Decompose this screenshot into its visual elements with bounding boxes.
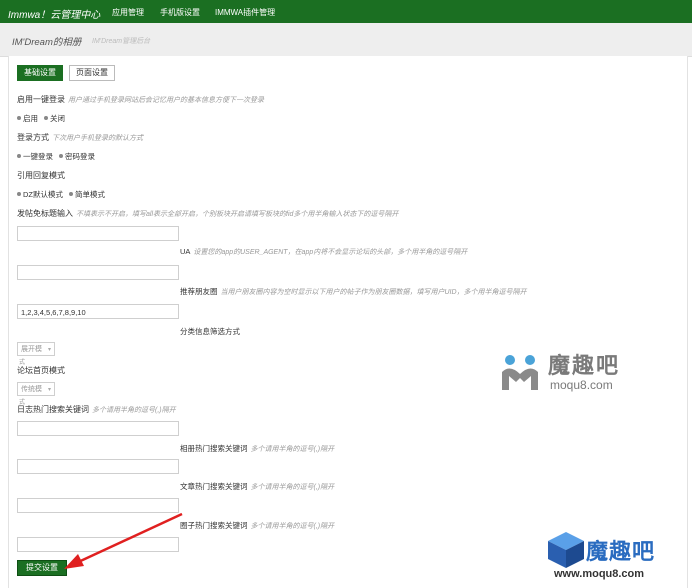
- radio-login-enable-label: 启用: [23, 114, 38, 123]
- login-mode-hint: 下次用户手机登录的默认方式: [52, 135, 143, 142]
- log-keywords-hint: 多个请用半角的逗号(,)隔开: [92, 407, 176, 414]
- reply-mode-label: 引用回复模式: [17, 171, 65, 180]
- watermark-bottom-url: www.moqu8.com: [554, 568, 645, 580]
- radio-dot-icon: [69, 192, 73, 197]
- brand-title[interactable]: Immwa！云管理中心: [8, 6, 100, 21]
- radio-password-login[interactable]: 密码登录: [59, 151, 95, 162]
- circle-keywords-setting-label: 圈子热门搜索关键词 多个请用半角的逗号(,)隔开: [180, 520, 334, 531]
- friends-setting-label: 推荐朋友圈 当用户朋友圈内容为空时显示以下用户的帖子作为朋友圈数据，填写用户UID…: [180, 286, 527, 297]
- article-keywords-setting-label: 文章热门搜索关键词 多个请用半角的逗号(,)隔开: [180, 481, 334, 492]
- ua-input-field[interactable]: [17, 265, 179, 280]
- chevron-down-icon: ▾: [47, 387, 51, 393]
- friends-hint: 当用户朋友圈内容为空时显示以下用户的帖子作为朋友圈数据，填写用户UID，多个用半…: [220, 289, 527, 296]
- album-keywords-label: 相册热门搜索关键词: [180, 444, 248, 453]
- login-setting-label: 启用一键登录 用户通过手机登录网站后会记忆用户的基本信息方便下一次登录: [17, 94, 264, 105]
- tab-basic-settings[interactable]: 基础设置: [17, 65, 63, 81]
- category-filter-label: 分类信息筛选方式: [180, 327, 240, 336]
- chevron-down-icon: ▾: [47, 347, 51, 353]
- title-input-label: 发帖免标题输入: [17, 209, 73, 218]
- top-navbar: Immwa！云管理中心 应用管理 手机版设置 IMMWA插件管理: [0, 0, 692, 23]
- circle-keywords-label: 圈子热门搜索关键词: [180, 521, 248, 530]
- moqu8-logo-icon: [502, 355, 538, 390]
- radio-login-enable[interactable]: 启用: [17, 113, 38, 124]
- watermark-name: 魔趣吧: [548, 353, 621, 378]
- forum-home-select[interactable]: 传统模 ▾: [17, 382, 55, 396]
- page-subtitle: IM'Dream管理后台: [92, 38, 151, 45]
- log-keywords-label: 日志热门搜索关键词: [17, 405, 89, 414]
- login-mode-label: 登录方式: [17, 133, 49, 142]
- album-keywords-hint: 多个请用半角的逗号(,)隔开: [250, 446, 335, 453]
- article-keywords-hint: 多个请用半角的逗号(,)隔开: [250, 484, 335, 491]
- ua-setting-label: UA 设置您的app的USER_AGENT，在app内将不会显示论坛的头部，多个用…: [180, 247, 467, 257]
- forum-home-value: 传统模: [21, 386, 42, 393]
- log-keywords-setting-label: 日志热门搜索关键词 多个请用半角的逗号(,)隔开: [17, 404, 176, 415]
- watermark-logo-bottom: 魔趣吧 www.moqu8.com: [546, 530, 692, 588]
- forum-home-label: 论坛首页模式: [17, 366, 65, 375]
- red-arrow-annotation: [64, 512, 183, 569]
- tab-page-settings[interactable]: 页面设置: [69, 65, 115, 81]
- friends-label: 推荐朋友圈: [180, 287, 218, 296]
- radio-one-key-login[interactable]: 一键登录: [17, 151, 53, 162]
- nav-mobile-settings[interactable]: 手机版设置: [160, 7, 200, 18]
- radio-dot-icon: [17, 192, 21, 197]
- radio-dot-icon: [44, 116, 48, 121]
- login-mode-setting-label: 登录方式 下次用户手机登录的默认方式: [17, 132, 143, 143]
- radio-dz-default-mode-label: DZ默认模式: [23, 190, 63, 199]
- nav-plugin-management[interactable]: IMMWA插件管理: [215, 7, 275, 18]
- article-keywords-label: 文章热门搜索关键词: [180, 482, 248, 491]
- radio-dz-default-mode[interactable]: DZ默认模式: [17, 189, 63, 200]
- title-input-hint: 不填表示不开启，填写all表示全部开启，个别板块开启请填写板块的fid多个用半角…: [76, 211, 399, 218]
- login-label: 启用一键登录: [17, 95, 65, 104]
- cube-logo-icon: [548, 532, 584, 568]
- friends-input-field[interactable]: 1,2,3,4,5,6,7,8,9,10: [17, 304, 179, 319]
- radio-login-disable[interactable]: 关闭: [44, 113, 65, 124]
- title-input-field[interactable]: [17, 226, 179, 241]
- album-keywords-setting-label: 相册热门搜索关键词 多个请用半角的逗号(,)隔开: [180, 443, 334, 454]
- radio-dot-icon: [59, 154, 63, 159]
- nav-app-management[interactable]: 应用管理: [112, 7, 144, 18]
- page-header: IM'Dream的相册 IM'Dream管理后台: [0, 23, 692, 57]
- radio-simple-mode[interactable]: 简单模式: [69, 189, 105, 200]
- category-filter-select[interactable]: 展开模 ▾: [17, 342, 55, 356]
- circle-keywords-hint: 多个请用半角的逗号(,)隔开: [250, 523, 335, 530]
- radio-one-key-login-label: 一键登录: [23, 152, 53, 161]
- ua-hint: 设置您的app的USER_AGENT，在app内将不会显示论坛的头部，多个用半角…: [193, 249, 468, 256]
- watermark-logo-top: 魔趣吧 moqu8.com: [498, 348, 658, 398]
- radio-login-disable-label: 关闭: [50, 114, 65, 123]
- watermark-bottom-name: 魔趣吧: [586, 539, 656, 564]
- radio-dot-icon: [17, 154, 21, 159]
- album-keywords-input[interactable]: [17, 459, 179, 474]
- log-keywords-input[interactable]: [17, 421, 179, 436]
- title-input-setting-label: 发帖免标题输入 不填表示不开启，填写all表示全部开启，个别板块开启请填写板块的f…: [17, 208, 398, 219]
- radio-dot-icon: [17, 116, 21, 121]
- radio-password-login-label: 密码登录: [65, 152, 95, 161]
- watermark-url: moqu8.com: [550, 378, 613, 392]
- login-hint: 用户通过手机登录网站后会记忆用户的基本信息方便下一次登录: [68, 97, 264, 104]
- page-title: IM'Dream的相册: [12, 37, 82, 48]
- category-filter-value: 展开模: [21, 346, 42, 353]
- radio-simple-mode-label: 简单模式: [75, 190, 105, 199]
- ua-label: UA: [180, 247, 191, 256]
